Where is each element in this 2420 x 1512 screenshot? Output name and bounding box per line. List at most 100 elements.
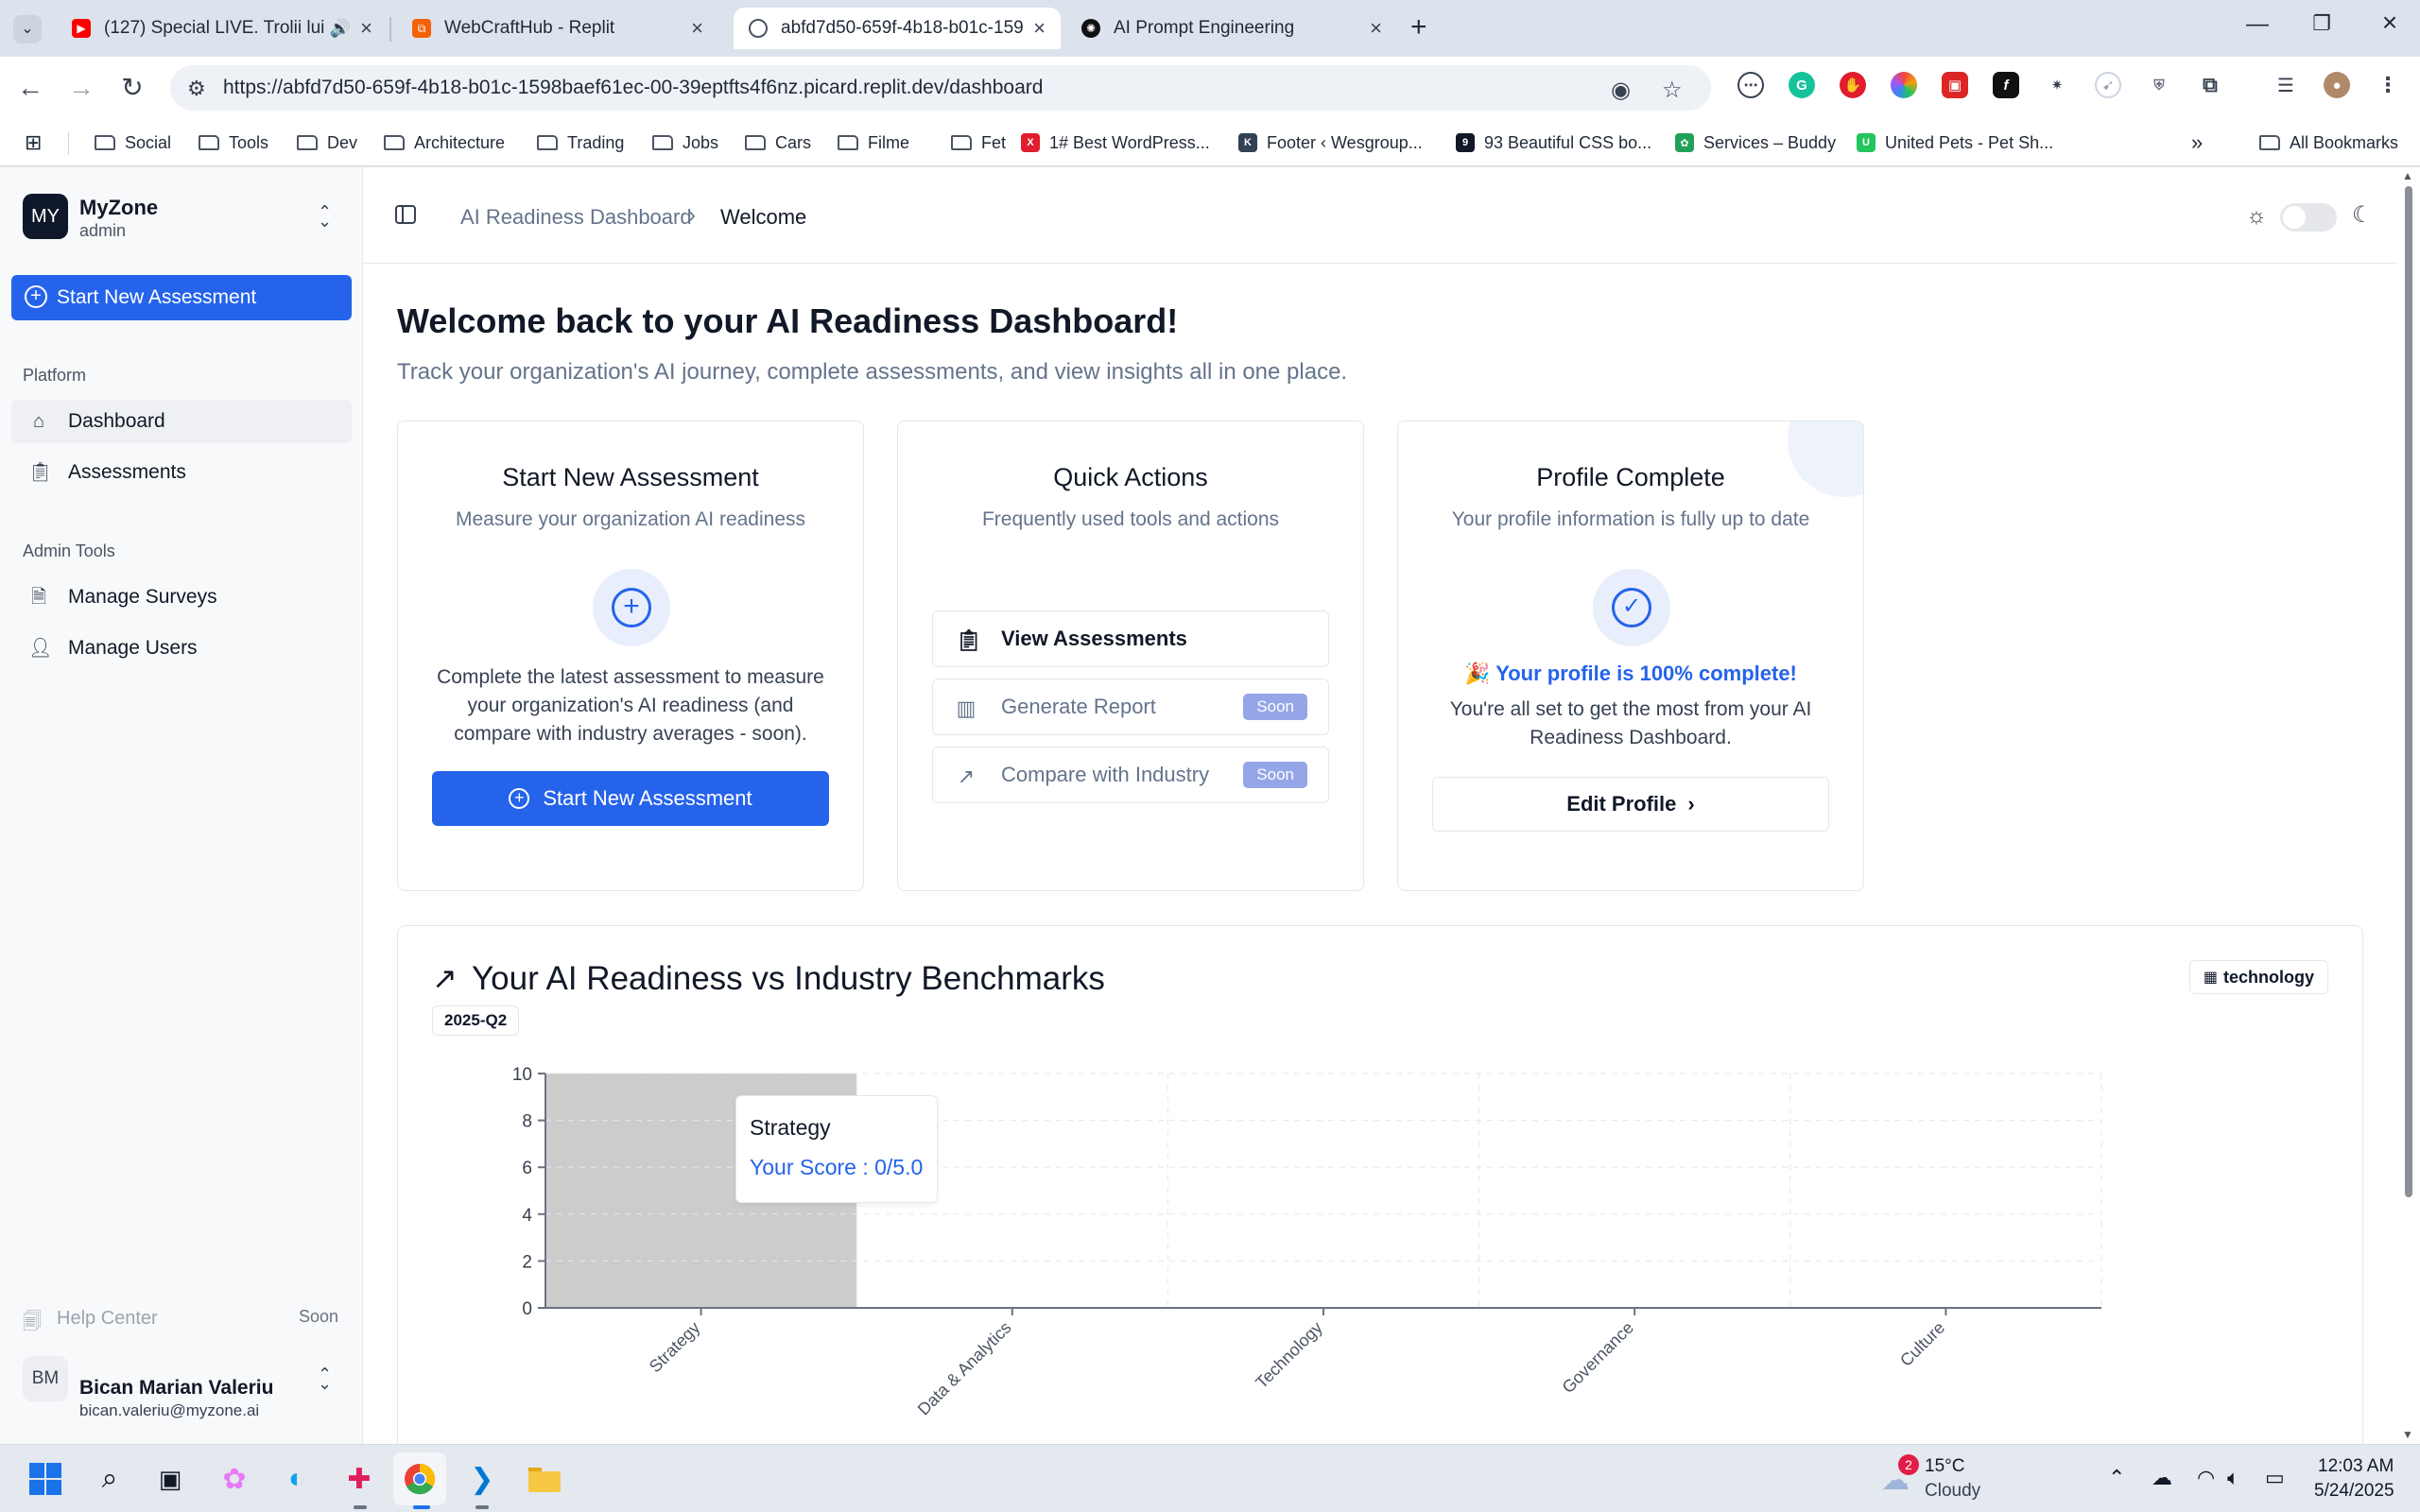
grammarly-icon[interactable]: G <box>1789 72 1815 98</box>
theme-toggle[interactable] <box>2280 203 2337 232</box>
site-info-icon[interactable]: ⚙ <box>187 77 206 101</box>
wifi-icon[interactable]: ◠ <box>2197 1466 2215 1490</box>
users-icon: 👤︎ <box>28 638 53 659</box>
media-control-icon[interactable]: ☰ <box>2273 72 2299 98</box>
edit-profile-button[interactable]: Edit Profile › <box>1432 777 1829 832</box>
tab-replit[interactable]: ⧉ WebCraftHub - Replit × <box>397 8 718 49</box>
bookmark-fet[interactable]: Fet <box>951 129 1006 157</box>
help-center-item: 🗐 Help Center Soon <box>11 1299 352 1337</box>
bookmark-jobs[interactable]: Jobs <box>652 129 718 157</box>
tab-active-dashboard[interactable]: abfd7d50-659f-4b18-b01c-159 × <box>734 8 1061 49</box>
bookmark-services-buddy[interactable]: ✿ Services – Buddy <box>1675 129 1836 157</box>
slack-icon[interactable]: ✚ <box>340 1460 378 1498</box>
shield-icon[interactable]: ⛨ <box>2146 72 2172 98</box>
view-assessments-button[interactable]: 📋︎ View Assessments <box>932 610 1329 667</box>
reload-icon[interactable]: ↻ <box>115 74 149 102</box>
close-window-icon[interactable]: × <box>2371 8 2409 38</box>
start-assessment-button[interactable]: + Start New Assessment <box>432 771 829 826</box>
font-extension-icon[interactable]: f <box>1993 72 2019 98</box>
bookmark-star-icon[interactable]: ☆ <box>1662 77 1683 104</box>
new-tab-button[interactable]: + <box>1410 11 1427 43</box>
task-view-icon[interactable]: ▣ <box>151 1460 189 1498</box>
workspace-name[interactable]: MyZone <box>79 196 158 220</box>
color-picker-icon[interactable] <box>1891 72 1917 98</box>
clock-date[interactable]: 5/24/2025 <box>2314 1481 2394 1502</box>
scroll-up-icon[interactable]: ▲ <box>2402 169 2413 182</box>
sidebar-item-dashboard[interactable]: ⌂ Dashboard <box>11 400 352 443</box>
file-explorer-icon[interactable] <box>526 1460 563 1498</box>
user-name[interactable]: Bican Marian Valeriu <box>79 1377 273 1400</box>
tray-chevron-up-icon[interactable]: ⌃ <box>2108 1466 2125 1490</box>
clock-time[interactable]: 12:03 AM <box>2318 1456 2394 1477</box>
compass-icon[interactable]: ➹ <box>2095 72 2121 98</box>
check-circle-icon: ✓ <box>1593 569 1670 646</box>
close-tab-icon[interactable]: × <box>691 16 703 41</box>
volume-icon[interactable]: 🔈︎ <box>2227 1466 2239 1490</box>
bookmark-footer-wesgroup[interactable]: K Footer ‹ Wesgroup... <box>1238 129 1423 157</box>
more-bookmarks-icon[interactable]: » <box>2191 129 2203 157</box>
folder-icon <box>838 135 858 150</box>
extension-dots-icon[interactable]: ⋯ <box>1737 72 1764 98</box>
copilot-icon[interactable]: ✿ <box>216 1460 253 1498</box>
menu-dots-icon[interactable]: ⋮ <box>2375 72 2401 98</box>
url-text: https://abfd7d50-659f-4b18-b01c-1598baef… <box>223 77 1044 98</box>
onedrive-icon[interactable]: ☁ <box>2152 1466 2172 1490</box>
sidebar-item-manage-users[interactable]: 👤︎ Manage Users <box>11 627 352 670</box>
bookmark-united-pets-pet-sh[interactable]: U United Pets - Pet Sh... <box>1857 129 2053 157</box>
edge-icon[interactable]: ◐ <box>278 1460 316 1498</box>
red-extension-icon[interactable]: ▣ <box>1942 72 1968 98</box>
address-bar[interactable]: ⚙ https://abfd7d50-659f-4b18-b01c-1598ba… <box>170 65 1711 111</box>
tab-ai-prompt[interactable]: ✺ AI Prompt Engineering × <box>1066 8 1397 49</box>
tab-title: (127) Special LIVE. Trolii lui I <box>104 18 324 38</box>
weather-condition[interactable]: Cloudy <box>1925 1481 1980 1502</box>
sidebar-start-assessment-button[interactable]: + Start New Assessment <box>11 275 352 320</box>
forward-icon[interactable]: → <box>64 74 98 102</box>
soon-badge: Soon <box>1243 694 1307 720</box>
back-icon[interactable]: ← <box>13 74 47 102</box>
eye-icon[interactable]: ◉ <box>1611 77 1631 104</box>
bookmark-social[interactable]: Social <box>95 129 171 157</box>
extensions-puzzle-icon[interactable]: ⧉ <box>2197 72 2223 98</box>
apps-grid-icon[interactable]: ⊞ <box>25 129 42 157</box>
minimize-icon[interactable]: — <box>2238 11 2276 38</box>
chevron-right-icon: › <box>1687 792 1695 816</box>
scroll-down-icon[interactable]: ▼ <box>2402 1428 2413 1441</box>
vscode-icon[interactable]: ❯ <box>463 1460 501 1498</box>
sidebar-toggle-icon[interactable] <box>395 205 416 224</box>
tab-youtube[interactable]: ▶ (127) Special LIVE. Trolii lui I 🔊 × <box>57 8 388 49</box>
windows-start-icon[interactable] <box>26 1460 64 1498</box>
all-bookmarks[interactable]: All Bookmarks <box>2259 129 2398 157</box>
search-icon[interactable]: ⌕ <box>91 1460 129 1498</box>
breadcrumb-parent[interactable]: AI Readiness Dashboard <box>460 205 692 230</box>
close-tab-icon[interactable]: × <box>1033 16 1046 41</box>
windows-taskbar: ⌕ ▣ ✿ ◐ ✚ ❯ ☁ 2 15°C Cloudy ⌃ ☁ ◠ 🔈︎ ▭ 1… <box>0 1444 2420 1512</box>
benchmark-card: ↗ Your AI Readiness vs Industry Benchmar… <box>397 925 2363 1492</box>
workspace-switcher-icon[interactable]: ⌃ ⌄ <box>318 203 332 230</box>
bookmark-cars[interactable]: Cars <box>745 129 811 157</box>
workspace-logo[interactable]: MY <box>23 194 68 239</box>
tab-search-button[interactable]: ⌄ <box>13 15 42 43</box>
bookmark-filme[interactable]: Filme <box>838 129 909 157</box>
bookmark-93-beautiful-css-bo[interactable]: 9 93 Beautiful CSS bo... <box>1456 129 1651 157</box>
close-tab-icon[interactable]: × <box>360 16 372 41</box>
restore-icon[interactable]: ❐ <box>2303 11 2341 36</box>
adblock-icon[interactable]: ✋ <box>1840 72 1866 98</box>
scroll-thumb[interactable] <box>2405 186 2412 1197</box>
close-tab-icon[interactable]: × <box>1370 16 1382 41</box>
chrome-icon[interactable] <box>401 1460 439 1498</box>
bookmark-1-best-wordpress[interactable]: X 1# Best WordPress... <box>1021 129 1210 157</box>
bug-icon[interactable]: ✷ <box>2044 72 2070 98</box>
user-avatar[interactable]: BM <box>23 1356 68 1401</box>
bookmark-trading[interactable]: Trading <box>537 129 624 157</box>
profile-avatar[interactable]: ● <box>2324 72 2350 98</box>
battery-icon[interactable]: ▭ <box>2265 1466 2285 1490</box>
sidebar-item-manage-surveys[interactable]: 🗎 Manage Surveys <box>11 576 352 619</box>
bookmark-dev[interactable]: Dev <box>297 129 357 157</box>
sidebar-item-assessments[interactable]: 📋︎ Assessments <box>11 451 352 494</box>
speaker-icon[interactable]: 🔊 <box>330 19 351 39</box>
bookmark-tools[interactable]: Tools <box>199 129 268 157</box>
bookmark-architecture[interactable]: Architecture <box>384 129 505 157</box>
user-menu-icon[interactable]: ⌃ ⌄ <box>318 1366 332 1392</box>
weather-temperature[interactable]: 15°C <box>1925 1456 1964 1477</box>
page-scrollbar[interactable]: ▲ ▼ <box>2397 167 2420 1444</box>
